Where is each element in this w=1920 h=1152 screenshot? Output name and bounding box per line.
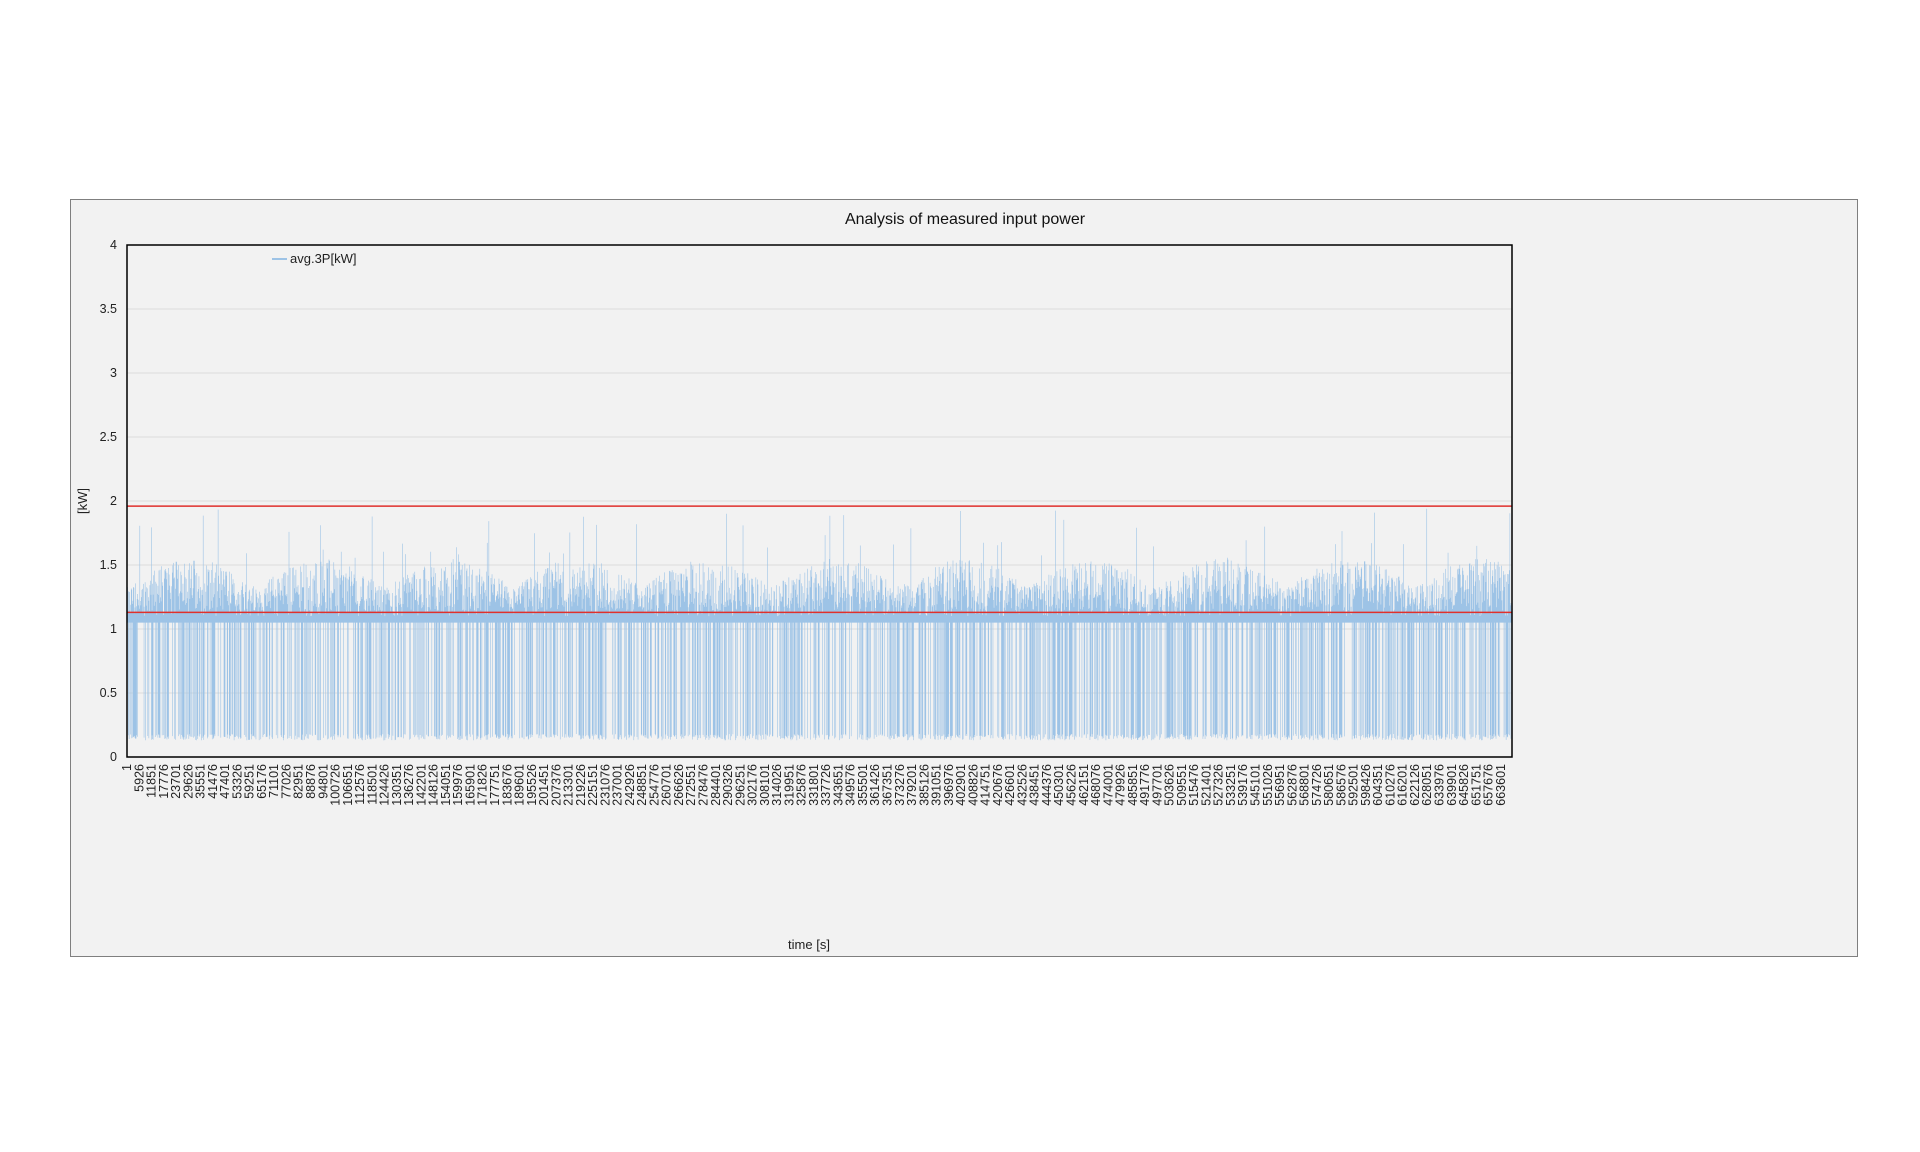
series-avg3p [126, 508, 1513, 741]
legend-label: avg.3P[kW] [290, 251, 356, 266]
y-tick-label: 1.5 [100, 558, 117, 572]
y-tick-label: 2 [110, 494, 117, 508]
y-tick-label: 3.5 [100, 302, 117, 316]
series-avg3p-line [126, 508, 1513, 741]
y-tick-label: 4 [110, 238, 117, 252]
y-tick-label: 0 [110, 750, 117, 764]
x-axis-ticks: 1592611851177762370129626355514147647401… [120, 764, 1508, 806]
y-tick-label: 1 [110, 622, 117, 636]
chart-frame: Analysis of measured input power 0 0.5 1 1.… [70, 199, 1858, 957]
y-axis-ticks: 0 0.5 1 1.5 2 2.5 3 3.5 4 [100, 238, 117, 764]
legend: avg.3P[kW] [272, 251, 356, 266]
x-axis-label: time [s] [788, 937, 830, 952]
y-tick-label: 2.5 [100, 430, 117, 444]
y-tick-label: 3 [110, 366, 117, 380]
chart-title: Analysis of measured input power [845, 211, 1086, 228]
chart-svg: Analysis of measured input power 0 0.5 1 1.… [75, 211, 1513, 952]
y-tick-label: 0.5 [100, 686, 117, 700]
y-axis-label: [kW] [75, 488, 90, 514]
x-tick-label: 663601 [1494, 764, 1508, 806]
